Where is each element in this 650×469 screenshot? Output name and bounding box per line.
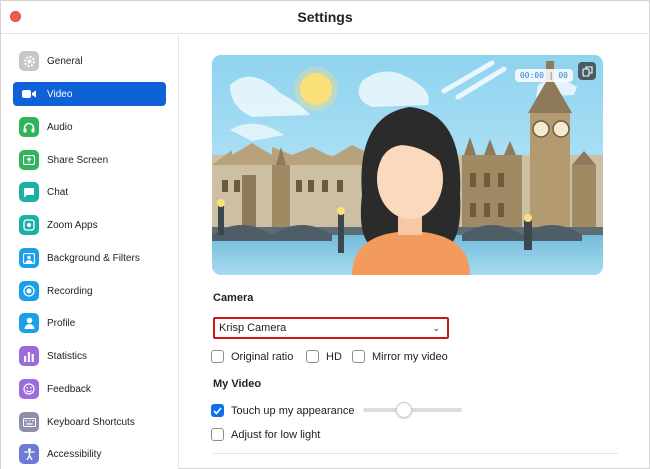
sidebar-item-chat[interactable]: Chat <box>13 180 166 204</box>
bar-chart-icon <box>19 346 39 366</box>
preview-illustration <box>212 55 603 275</box>
sidebar-item-keyboard-shortcuts[interactable]: Keyboard Shortcuts <box>13 410 166 434</box>
sidebar-item-label: Audio <box>47 121 73 133</box>
video-camera-icon <box>19 84 39 104</box>
settings-window: Settings General Video Audio Share Scree… <box>0 0 650 469</box>
sidebar-item-label: Statistics <box>47 350 88 362</box>
record-icon <box>19 281 39 301</box>
switch-camera-button[interactable] <box>578 62 596 80</box>
section-divider <box>213 453 618 454</box>
recording-timer: 00:00 | 00 <box>514 69 573 82</box>
headphones-icon <box>19 117 39 137</box>
mirror-video-option[interactable]: Mirror my video <box>352 350 448 363</box>
title-bar: Settings <box>1 1 649 34</box>
camera-select-value: Krisp Camera <box>219 322 287 334</box>
touch-up-option[interactable]: Touch up my appearance <box>211 404 355 417</box>
sidebar-item-general[interactable]: General <box>13 49 166 73</box>
sidebar-item-recording[interactable]: Recording <box>13 279 166 303</box>
accessibility-icon <box>19 444 39 464</box>
sidebar-item-label: Recording <box>47 285 93 297</box>
sidebar-item-label: General <box>47 55 83 67</box>
camera-select[interactable]: Krisp Camera ⌄ <box>213 317 449 339</box>
hd-checkbox[interactable] <box>306 350 319 363</box>
sidebar-item-label: Share Screen <box>47 154 109 166</box>
touch-up-label: Touch up my appearance <box>231 404 355 417</box>
camera-heading: Camera <box>213 292 254 304</box>
share-screen-icon <box>19 150 39 170</box>
apps-icon <box>19 215 39 235</box>
sidebar-item-label: Accessibility <box>47 448 102 460</box>
person-icon <box>19 313 39 333</box>
original-ratio-label: Original ratio <box>231 350 294 363</box>
chevron-down-icon: ⌄ <box>432 322 440 333</box>
settings-sidebar: General Video Audio Share Screen Chat Zo… <box>1 35 179 469</box>
low-light-checkbox[interactable] <box>211 428 224 441</box>
sidebar-item-accessibility[interactable]: Accessibility <box>13 442 166 466</box>
sidebar-item-profile[interactable]: Profile <box>13 311 166 335</box>
original-ratio-checkbox[interactable] <box>211 350 224 363</box>
sidebar-item-audio[interactable]: Audio <box>13 115 166 139</box>
original-ratio-option[interactable]: Original ratio <box>211 350 293 363</box>
window-title: Settings <box>297 9 353 25</box>
mirror-video-label: Mirror my video <box>372 350 448 363</box>
sidebar-item-label: Zoom Apps <box>47 219 98 231</box>
sidebar-item-label: Chat <box>47 186 69 198</box>
sidebar-item-label: Keyboard Shortcuts <box>47 416 135 428</box>
sidebar-item-zoom-apps[interactable]: Zoom Apps <box>13 213 166 237</box>
sidebar-item-label: Feedback <box>47 383 91 395</box>
smiley-icon <box>19 379 39 399</box>
my-video-heading: My Video <box>213 378 262 390</box>
chat-bubble-icon <box>19 182 39 202</box>
sidebar-item-label: Profile <box>47 317 76 329</box>
touch-up-slider-thumb[interactable] <box>396 402 413 418</box>
low-light-option[interactable]: Adjust for low light <box>211 428 320 441</box>
sidebar-item-share-screen[interactable]: Share Screen <box>13 148 166 172</box>
keyboard-icon <box>19 412 39 432</box>
low-light-label: Adjust for low light <box>231 428 321 441</box>
checkmark-icon <box>213 406 222 415</box>
sidebar-item-feedback[interactable]: Feedback <box>13 377 166 401</box>
touch-up-slider[interactable] <box>363 402 462 418</box>
mirror-video-checkbox[interactable] <box>352 350 365 363</box>
sidebar-item-background-filters[interactable]: Background & Filters <box>13 246 166 270</box>
sidebar-item-video[interactable]: Video <box>13 82 166 106</box>
camera-preview: 00:00 | 00 <box>212 55 603 275</box>
sidebar-item-label: Background & Filters <box>47 252 140 264</box>
hd-option[interactable]: HD <box>306 350 342 363</box>
hd-label: HD <box>326 350 342 363</box>
sidebar-item-statistics[interactable]: Statistics <box>13 344 166 368</box>
sidebar-item-label: Video <box>47 88 73 100</box>
gear-icon <box>19 51 39 71</box>
background-icon <box>19 248 39 268</box>
switch-camera-icon <box>581 65 593 77</box>
touch-up-checkbox[interactable] <box>211 404 224 417</box>
video-settings-panel: 00:00 | 00 Camera Krisp Camera ⌄ Origina… <box>180 35 650 469</box>
